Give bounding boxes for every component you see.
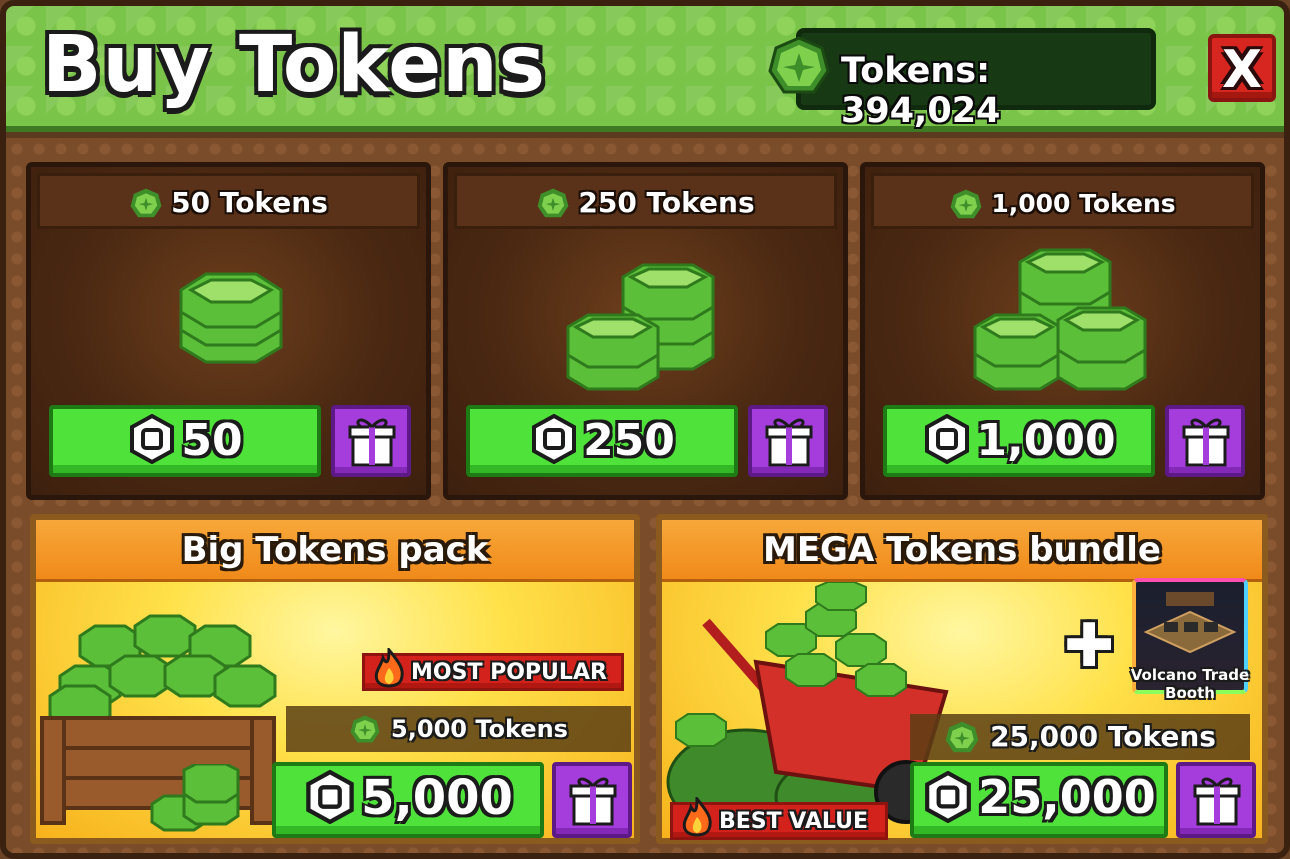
token-icon (350, 715, 380, 743)
card-header: 250 Tokens (454, 173, 837, 229)
fire-icon (374, 648, 404, 688)
price-label: 250 (583, 415, 675, 466)
card-title: 50 Tokens (171, 186, 328, 219)
token-card-250: 250 Tokens 250 (443, 162, 848, 500)
gift-25000-button[interactable] (1176, 762, 1256, 838)
page-title: Buy Tokens (42, 20, 547, 110)
badge-label: MOST POPULAR (411, 660, 607, 685)
big-tokens-pack-panel: Big Tokens pack MOST POPULAR 5,000 Token… (30, 514, 640, 844)
robux-icon (306, 770, 354, 824)
card-title: 250 Tokens (578, 186, 755, 219)
token-stack-image (566, 263, 715, 391)
token-stack-image (973, 248, 1147, 391)
token-amount-bar: 5,000 Tokens (286, 706, 631, 752)
fire-icon (682, 797, 712, 837)
token-card-1000: 1,000 Tokens 1,000 (860, 162, 1265, 500)
panel-title: MEGA Tokens bundle (763, 530, 1161, 570)
robux-icon (925, 770, 972, 823)
buy-1000-button[interactable]: 1,000 (883, 405, 1155, 477)
amount-label: 5,000 Tokens (391, 715, 568, 743)
bonus-item-label: Volcano Trade Booth (1130, 666, 1250, 702)
panel-header: MEGA Tokens bundle (662, 520, 1262, 582)
robux-icon (130, 414, 175, 464)
gift-icon (1193, 777, 1241, 826)
robux-icon (925, 414, 970, 464)
token-card-50: 50 Tokens 50 (26, 162, 431, 500)
card-header: 1,000 Tokens (871, 173, 1254, 229)
token-icon (950, 189, 982, 219)
price-label: 5,000 (361, 770, 513, 826)
gift-icon (569, 777, 617, 826)
most-popular-badge: MOST POPULAR (362, 648, 624, 691)
gift-icon (765, 418, 813, 467)
badge-label: BEST VALUE (719, 809, 868, 834)
token-icon (130, 188, 162, 218)
gift-1000-button[interactable] (1165, 405, 1245, 477)
gift-5000-button[interactable] (552, 762, 632, 838)
token-icon (768, 36, 830, 94)
token-stack-image (179, 272, 283, 364)
robux-icon (532, 414, 577, 464)
plus-icon: ✚ (1064, 611, 1115, 681)
price-label: 25,000 (978, 770, 1156, 824)
panel-header: Big Tokens pack (36, 520, 634, 582)
buy-5000-button[interactable]: 5,000 (272, 762, 544, 838)
token-balance: Tokens: 394,024 (768, 28, 1156, 131)
close-icon: X (1221, 40, 1263, 100)
header-bar: Buy Tokens Tokens: 394,024 X (6, 6, 1284, 132)
token-amount-bar: 25,000 Tokens (910, 714, 1250, 760)
card-title: 1,000 Tokens (991, 189, 1176, 218)
token-balance-label: Tokens: 394,024 (841, 51, 1001, 131)
price-label: 1,000 (976, 415, 1116, 466)
close-button[interactable]: X (1208, 34, 1276, 102)
price-label: 50 (181, 415, 243, 466)
buy-250-button[interactable]: 250 (466, 405, 738, 477)
gift-250-button[interactable] (748, 405, 828, 477)
amount-label: 25,000 Tokens (990, 720, 1216, 753)
gift-icon (1182, 418, 1230, 467)
best-value-badge: BEST VALUE (670, 797, 888, 840)
token-icon (537, 188, 569, 218)
panel-title: Big Tokens pack (181, 530, 489, 570)
gift-icon (348, 418, 396, 467)
buy-tokens-window: Buy Tokens Tokens: 394,024 X 50 Tokens 5… (0, 0, 1290, 859)
token-icon (945, 721, 979, 753)
buy-50-button[interactable]: 50 (49, 405, 321, 477)
gift-50-button[interactable] (331, 405, 411, 477)
card-header: 50 Tokens (37, 173, 420, 229)
token-stack-image (150, 764, 240, 832)
buy-25000-button[interactable]: 25,000 (910, 762, 1168, 838)
